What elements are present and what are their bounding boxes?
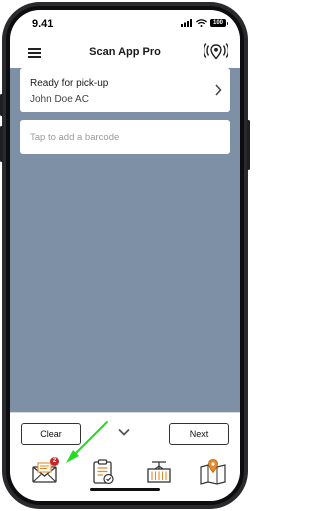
map-pin-icon [200,459,226,485]
next-button[interactable]: Next [169,423,229,445]
side-button [0,126,3,162]
status-time: 9.41 [32,18,54,30]
wifi-icon [196,19,207,27]
order-customer-name: John Doe AC [30,94,89,105]
tab-shipping[interactable] [144,457,178,491]
side-button [247,120,250,170]
cellular-signal-icon [181,19,192,27]
status-icons: 100 [181,19,228,27]
clear-button[interactable]: Clear [21,423,81,445]
location-signal-icon[interactable] [204,42,228,64]
barcode-input[interactable] [20,120,230,154]
home-indicator [90,488,160,491]
clipboard-check-icon [93,459,114,485]
battery-icon: 100 [210,19,228,27]
side-button [0,94,3,116]
barcode-card[interactable] [20,120,230,154]
notification-badge: 2 [50,457,59,466]
tab-map[interactable] [198,457,232,491]
app-screen: 9.41 100 Scan App Pro Ready for pick-up … [10,10,240,501]
bottom-tab-bar: 2 [10,453,240,498]
chevron-right-icon [215,84,222,96]
status-bar: 9.41 100 [10,10,240,38]
app-bar: Scan App Pro [10,38,240,68]
container-crane-icon [147,461,171,483]
tab-messages[interactable]: 2 [30,457,64,491]
order-status-card[interactable]: Ready for pick-up John Doe AC [20,68,230,112]
chevron-down-icon[interactable] [118,428,130,436]
order-status-title: Ready for pick-up [30,78,109,89]
tab-tasks[interactable] [88,457,122,491]
